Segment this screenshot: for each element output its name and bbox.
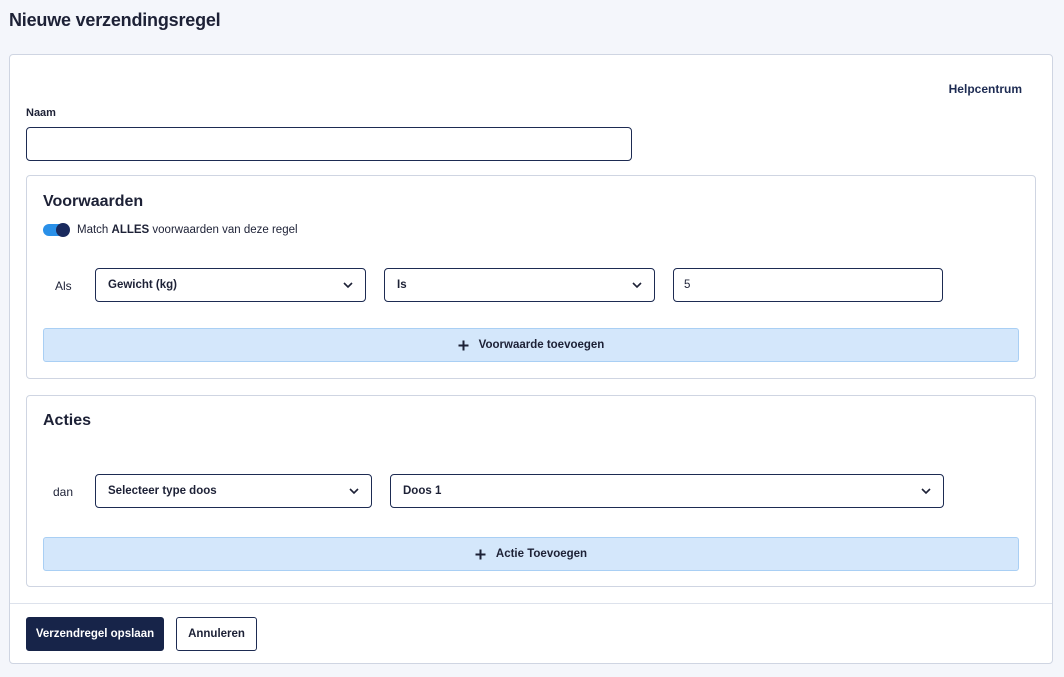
chevron-down-icon (349, 488, 359, 495)
plus-icon (458, 340, 469, 350)
save-rule-button[interactable]: Verzendregel opslaan (26, 617, 164, 651)
action-value-text: Doos 1 (403, 485, 442, 497)
condition-prefix: Als (55, 279, 72, 293)
condition-operator-value: Is (397, 279, 407, 291)
condition-value-input[interactable]: 5 (673, 268, 943, 302)
actions-title: Acties (43, 412, 92, 429)
name-label: Naam (26, 107, 56, 119)
add-action-label: Actie Toevoegen (495, 548, 588, 560)
chevron-down-icon (343, 282, 353, 289)
actions-section: Acties dan Selecteer type doos Doos 1 Ac… (26, 395, 1036, 587)
chevron-down-icon (632, 282, 642, 289)
action-type-value: Selecteer type doos (108, 485, 217, 497)
conditions-section: Voorwaarden Match ALLES voorwaarden van … (26, 175, 1036, 379)
plus-icon (475, 549, 486, 559)
condition-value-text: 5 (684, 279, 691, 291)
add-condition-label: Voorwaarde toevoegen (478, 339, 605, 351)
match-all-label: Match ALLES voorwaarden van deze regel (77, 224, 298, 236)
action-prefix: dan (53, 485, 74, 499)
add-action-button[interactable]: Actie Toevoegen (43, 537, 1019, 571)
match-suffix: voorwaarden van deze regel (149, 224, 298, 236)
cancel-button[interactable]: Annuleren (176, 617, 257, 651)
add-condition-button[interactable]: Voorwaarde toevoegen (43, 328, 1019, 362)
toggle-knob (56, 223, 70, 237)
action-type-select[interactable]: Selecteer type doos (95, 474, 372, 508)
page-title: Nieuwe verzendingsregel (9, 10, 221, 30)
name-input[interactable] (26, 127, 632, 161)
match-all-row: Match ALLES voorwaarden van deze regel (43, 223, 298, 237)
condition-field-value: Gewicht (kg) (108, 279, 178, 291)
condition-field-select[interactable]: Gewicht (kg) (95, 268, 366, 302)
match-all-toggle[interactable] (43, 223, 70, 237)
match-emphasis: ALLES (111, 224, 150, 236)
condition-operator-select[interactable]: Is (384, 268, 655, 302)
help-center-link[interactable]: Helpcentrum (949, 82, 1022, 96)
conditions-title: Voorwaarden (43, 193, 144, 210)
chevron-down-icon (921, 488, 931, 495)
rule-form-card: Helpcentrum Naam Voorwaarden Match ALLES… (9, 54, 1053, 664)
match-prefix: Match (77, 224, 112, 236)
action-value-select[interactable]: Doos 1 (390, 474, 944, 508)
footer-divider (10, 603, 1052, 604)
